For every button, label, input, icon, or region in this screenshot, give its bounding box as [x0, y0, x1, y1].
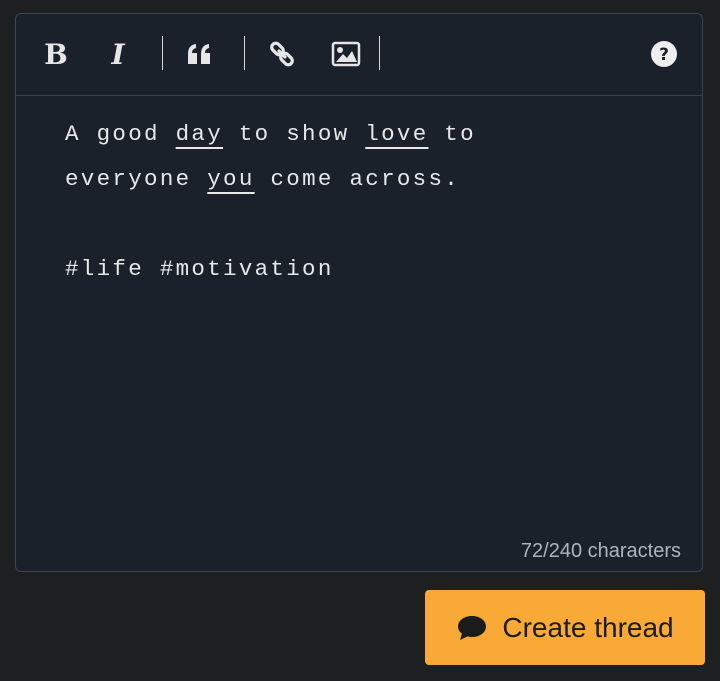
- quote-button[interactable]: [180, 36, 220, 72]
- italic-button[interactable]: I: [98, 36, 138, 72]
- help-icon: ?: [651, 41, 677, 67]
- image-button[interactable]: [326, 36, 366, 72]
- bold-button[interactable]: B: [36, 36, 76, 72]
- text-line: everyone you come across.: [65, 159, 665, 204]
- post-text-area[interactable]: A good day to show love to everyone you c…: [65, 114, 665, 294]
- svg-text:?: ?: [659, 45, 669, 65]
- quote-icon: [188, 44, 210, 64]
- post-editor: B I ? A good day to show love to everyon…: [15, 13, 703, 572]
- toolbar-divider: [244, 36, 245, 70]
- link-icon: [270, 41, 294, 67]
- text-line: A good day to show love to: [65, 114, 665, 159]
- text-segment: come across.: [254, 166, 461, 192]
- text-segment: #life #motivation: [65, 256, 334, 282]
- text-segment: A good: [65, 121, 176, 147]
- misspelled-word[interactable]: you: [207, 166, 254, 192]
- character-counter: 72/240 characters: [520, 540, 681, 562]
- text-segment: to: [428, 121, 476, 147]
- create-thread-button[interactable]: Create thread: [425, 590, 705, 665]
- misspelled-word[interactable]: love: [365, 121, 428, 147]
- bold-icon: B: [44, 37, 68, 71]
- italic-icon: I: [111, 37, 125, 71]
- image-icon: [331, 41, 361, 67]
- toolbar-divider: [379, 36, 380, 70]
- link-button[interactable]: [262, 36, 302, 72]
- chat-bubble-icon: [456, 614, 488, 642]
- misspelled-word[interactable]: day: [176, 121, 223, 147]
- text-segment: everyone: [65, 166, 208, 192]
- create-thread-label: Create thread: [502, 611, 674, 643]
- text-line: #life #motivation: [65, 249, 665, 294]
- formatting-toolbar: B I ?: [16, 14, 702, 96]
- text-line: [65, 204, 665, 249]
- help-button[interactable]: ?: [644, 36, 684, 72]
- toolbar-divider: [162, 36, 163, 70]
- text-segment: to show: [223, 121, 366, 147]
